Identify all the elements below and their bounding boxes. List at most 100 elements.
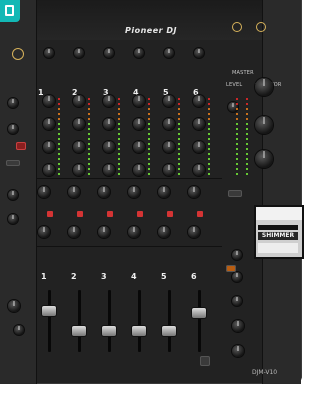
trim-knob[interactable] — [134, 48, 144, 58]
trim-knob[interactable] — [74, 48, 84, 58]
cue-indicator — [137, 211, 143, 217]
eq-mid-knob[interactable] — [73, 118, 85, 130]
headphone-level-knob[interactable] — [8, 300, 20, 312]
channel-fader-track — [48, 290, 51, 352]
headphone-knob[interactable] — [8, 190, 18, 200]
eq-mid-knob[interactable] — [163, 118, 175, 130]
meter-led — [246, 133, 248, 135]
comp-knob[interactable] — [163, 164, 175, 176]
channel-fader[interactable] — [132, 326, 146, 336]
meter-led — [148, 123, 150, 125]
fx-display-header — [256, 207, 302, 220]
meter-led — [148, 108, 150, 110]
trim-knob[interactable] — [194, 48, 204, 58]
assign-button[interactable] — [200, 356, 210, 366]
eq-mid-knob[interactable] — [133, 118, 145, 130]
fx-knob[interactable] — [232, 250, 242, 260]
eq-hi-knob[interactable] — [163, 95, 175, 107]
fx-level-knob[interactable] — [232, 320, 244, 332]
channel-fader-track — [198, 290, 201, 352]
eq-low-knob[interactable] — [73, 141, 85, 153]
channel-fader[interactable] — [102, 326, 116, 336]
fx-knob[interactable] — [232, 272, 242, 282]
headphone-knob[interactable] — [8, 214, 18, 224]
filter-knob[interactable] — [68, 226, 80, 238]
meter-led — [246, 143, 248, 145]
filter-knob[interactable] — [188, 226, 200, 238]
eq-hi-knob[interactable] — [43, 95, 55, 107]
fx-on-button[interactable] — [226, 265, 236, 272]
channel-fader[interactable] — [162, 326, 176, 336]
meter-led — [88, 168, 90, 170]
meter-led — [148, 103, 150, 105]
comp-knob[interactable] — [193, 164, 205, 176]
eq-low-knob[interactable] — [163, 141, 175, 153]
send-knob[interactable] — [188, 186, 200, 198]
isolator-hi-knob[interactable] — [255, 116, 273, 134]
trim-knob[interactable] — [104, 48, 114, 58]
mic-knob[interactable] — [8, 98, 18, 108]
eq-hi-knob[interactable] — [103, 95, 115, 107]
meter-led — [118, 113, 120, 115]
send-knob[interactable] — [98, 186, 110, 198]
meter-led — [58, 123, 60, 125]
fx-depth-knob[interactable] — [232, 345, 244, 357]
meter-led — [236, 128, 238, 130]
trim-knob[interactable] — [44, 48, 54, 58]
eq-low-knob[interactable] — [43, 141, 55, 153]
meter-led — [118, 118, 120, 120]
eq-mid-knob[interactable] — [193, 118, 205, 130]
meter-led — [208, 138, 210, 140]
headphone-mix-knob[interactable] — [14, 325, 24, 335]
send-knob[interactable] — [38, 186, 50, 198]
meter-led — [58, 138, 60, 140]
cue-indicator — [167, 211, 173, 217]
channel-fader[interactable] — [192, 308, 206, 318]
eq-hi-knob[interactable] — [193, 95, 205, 107]
send-knob[interactable] — [68, 186, 80, 198]
meter-led — [88, 113, 90, 115]
send-knob[interactable] — [128, 186, 140, 198]
meter-led — [58, 143, 60, 145]
meter-led — [148, 98, 150, 100]
channel-fader[interactable] — [72, 326, 86, 336]
fx-knob[interactable] — [232, 296, 242, 306]
filter-knob[interactable] — [128, 226, 140, 238]
cue-indicator — [47, 211, 53, 217]
eq-mid-knob[interactable] — [103, 118, 115, 130]
eq-mid-knob[interactable] — [43, 118, 55, 130]
eq-hi-knob[interactable] — [133, 95, 145, 107]
eq-low-knob[interactable] — [133, 141, 145, 153]
meter-led — [246, 138, 248, 140]
master-level-knob[interactable] — [255, 78, 273, 96]
meter-led — [178, 123, 180, 125]
isolator-low-knob[interactable] — [255, 150, 273, 168]
trim-knob[interactable] — [164, 48, 174, 58]
meter-led — [236, 113, 238, 115]
channel-fader[interactable] — [42, 306, 56, 316]
comp-knob[interactable] — [43, 164, 55, 176]
meter-led — [148, 133, 150, 135]
mic-eq-button[interactable] — [6, 160, 20, 166]
comp-knob[interactable] — [73, 164, 85, 176]
eq-low-knob[interactable] — [193, 141, 205, 153]
meter-led — [246, 103, 248, 105]
meter-led — [236, 168, 238, 170]
fx-select-button[interactable] — [228, 190, 242, 197]
eq-hi-knob[interactable] — [73, 95, 85, 107]
meter-led — [58, 133, 60, 135]
mic-on-button[interactable] — [16, 142, 26, 150]
fx-display-bar — [258, 225, 298, 230]
master-label: MASTER — [232, 70, 254, 76]
filter-knob[interactable] — [38, 226, 50, 238]
filter-knob[interactable] — [98, 226, 110, 238]
meter-led — [236, 98, 238, 100]
meter-led — [178, 148, 180, 150]
send-knob[interactable] — [158, 186, 170, 198]
comp-knob[interactable] — [133, 164, 145, 176]
comp-knob[interactable] — [103, 164, 115, 176]
meter-led — [88, 123, 90, 125]
mic-knob[interactable] — [8, 124, 18, 134]
filter-knob[interactable] — [158, 226, 170, 238]
eq-low-knob[interactable] — [103, 141, 115, 153]
